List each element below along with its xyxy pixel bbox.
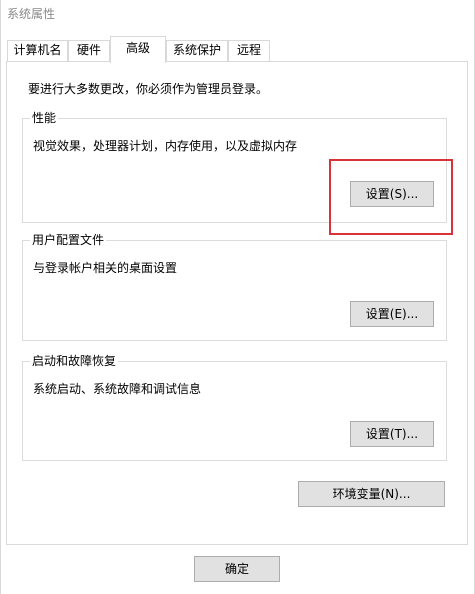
user-profiles-group: 用户配置文件 与登录帐户相关的桌面设置 设置(E)...	[22, 232, 447, 341]
startup-recovery-group-title: 启动和故障恢复	[30, 353, 119, 369]
dialog-footer: 确定	[1, 545, 474, 594]
environment-variables-button[interactable]: 环境变量(N)...	[298, 481, 445, 507]
advanced-tab-panel: 要进行大多数更改，你必须作为管理员登录。 性能 视觉效果，处理器计划，内存使用，…	[6, 61, 468, 545]
performance-settings-button[interactable]: 设置(S)...	[350, 181, 434, 207]
title-bar[interactable]: 系统属性	[1, 0, 474, 30]
user-profiles-description: 与登录帐户相关的桌面设置	[33, 261, 178, 275]
admin-note: 要进行大多数更改，你必须作为管理员登录。	[28, 82, 269, 96]
tab-remote[interactable]: 远程	[228, 40, 270, 61]
startup-recovery-description: 系统启动、系统故障和调试信息	[33, 382, 202, 396]
startup-recovery-settings-button[interactable]: 设置(T)...	[350, 421, 434, 447]
tab-hardware[interactable]: 硬件	[68, 40, 110, 61]
ok-button[interactable]: 确定	[194, 556, 280, 582]
system-properties-window: 系统属性 计算机名 硬件 高级 系统保护 远程 要进行大多数更改，你必须作为管理…	[0, 0, 475, 594]
tab-computer-name[interactable]: 计算机名	[7, 40, 68, 61]
user-profiles-settings-button[interactable]: 设置(E)...	[350, 301, 434, 327]
user-profiles-group-title: 用户配置文件	[30, 232, 107, 248]
tab-advanced[interactable]: 高级	[110, 36, 166, 63]
performance-group: 性能 视觉效果，处理器计划，内存使用，以及虚拟内存 设置(S)...	[22, 110, 447, 223]
performance-description: 视觉效果，处理器计划，内存使用，以及虚拟内存	[33, 139, 298, 153]
performance-group-title: 性能	[30, 110, 59, 126]
startup-recovery-group: 启动和故障恢复 系统启动、系统故障和调试信息 设置(T)...	[22, 353, 447, 461]
tab-system-protection[interactable]: 系统保护	[166, 40, 228, 61]
window-title: 系统属性	[7, 7, 56, 21]
